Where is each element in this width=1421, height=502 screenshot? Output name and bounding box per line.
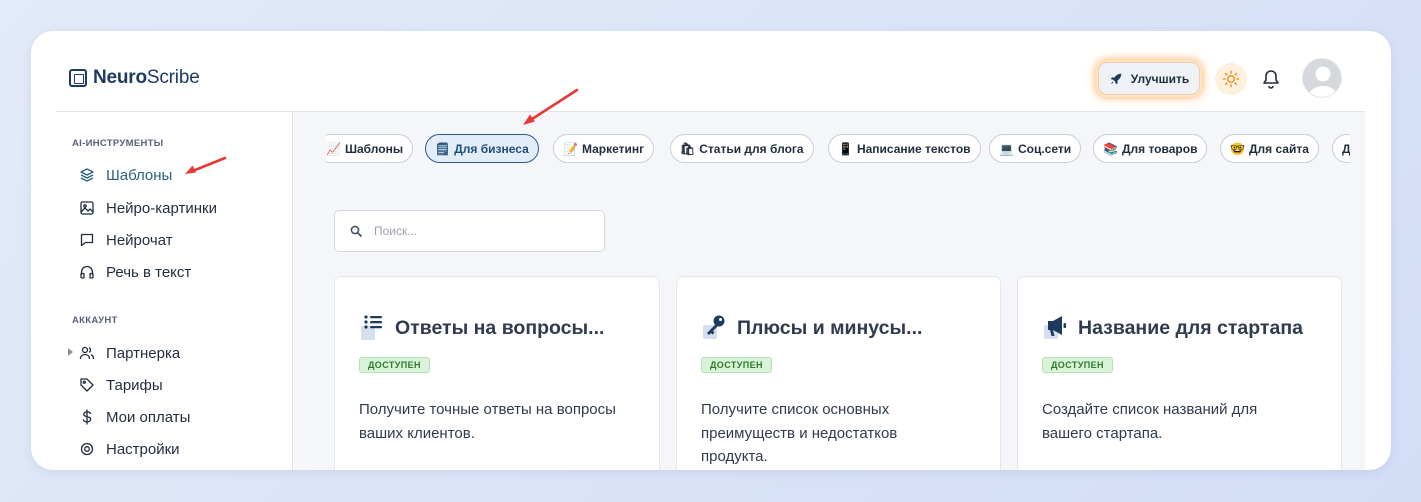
memo-icon: 📝 [563, 141, 578, 156]
chart-icon: 📈 [326, 141, 341, 156]
sidebar-item-label: Шаблоны [106, 166, 173, 184]
tab-label: Статьи для блога [699, 141, 804, 156]
notepad-icon: 🗒 [435, 141, 451, 156]
sidebar-item-label: Речь в текст [106, 263, 192, 281]
tab-copywriting[interactable]: 📱 Написание текстов [828, 134, 981, 163]
phone-icon: 📱 [838, 141, 853, 156]
tab-label: Маркетинг [581, 141, 645, 156]
tab-label: Для товаров [1121, 141, 1198, 156]
upgrade-label: Улучшить [1130, 71, 1190, 86]
sidebar-item-label: Партнерка [106, 344, 181, 362]
search-icon [350, 225, 362, 237]
template-card-qa[interactable]: Ответы на вопросы... ДОСТУПЕН Получите т… [334, 276, 660, 470]
section-title-ai-tools: AI-ИНСТРУМЕНТЫ [72, 138, 164, 149]
sidebar: AI-ИНСТРУМЕНТЫ Шаблоны Нейро-картинки Не… [56, 112, 293, 470]
headphones-icon [78, 264, 95, 281]
key-icon [703, 315, 725, 339]
status-badge: ДОСТУПЕН [701, 357, 772, 373]
sidebar-item-neurochat[interactable]: Нейрочат [78, 229, 173, 251]
search-input[interactable] [374, 224, 574, 238]
template-card-pros-cons[interactable]: Плюсы и минусы... ДОСТУПЕН Получите спис… [676, 276, 1001, 470]
sidebar-item-label: Настройки [106, 440, 180, 458]
category-tabs: 📈 Шаблоны 🗒 Для бизнеса 📝 Маркетинг 🛍 Ст… [326, 132, 1350, 166]
tag-icon [78, 377, 95, 394]
sidebar-item-label: Тарифы [106, 376, 163, 394]
card-title: Ответы на вопросы... [395, 316, 605, 339]
tab-label: Соц.сети [1017, 141, 1072, 156]
image-icon [78, 200, 95, 217]
tab-label: Для бизнеса [454, 141, 529, 156]
tab-label: Написание текстов [856, 141, 971, 156]
tab-marketing[interactable]: 📝 Маркетинг [553, 134, 655, 163]
card-title: Плюсы и минусы... [737, 316, 923, 339]
app-window: NeuroScribe Улучшить AI-ИНСТРУМЕНТЫ Шабл… [31, 31, 1391, 470]
megaphone-icon [1044, 316, 1066, 339]
section-title-account: АККАУНТ [72, 315, 118, 326]
bell-icon [1263, 70, 1279, 89]
dollar-icon [78, 409, 95, 426]
card-description: Создайте список названий для вашего стар… [1042, 401, 1258, 442]
tab-blog-articles[interactable]: 🛍 Статьи для блога [670, 134, 814, 163]
nerd-face-icon: 🤓 [1230, 141, 1245, 156]
top-header: NeuroScribe Улучшить [31, 31, 1391, 111]
sidebar-item-templates[interactable]: Шаблоны [78, 164, 172, 186]
sidebar-item-label: Мои оплаты [106, 408, 191, 426]
card-description: Получите список основных преимуществ и н… [701, 401, 898, 465]
sidebar-item-label: Нейро-картинки [106, 199, 217, 217]
tab-templates[interactable]: 📈 Шаблоны [326, 134, 414, 163]
theme-toggle-button[interactable] [1215, 63, 1247, 95]
expand-caret-icon[interactable] [68, 348, 73, 356]
notifications-button[interactable] [1260, 67, 1282, 91]
laptop-icon: 💻 [999, 141, 1014, 156]
status-badge: ДОСТУПЕН [359, 357, 430, 373]
card-header: Ответы на вопросы... [359, 313, 604, 343]
chat-bubble-icon [78, 232, 95, 249]
sidebar-item-tariffs[interactable]: Тарифы [78, 374, 163, 396]
sidebar-item-label: Нейрочат [106, 231, 173, 249]
layers-icon [78, 167, 95, 184]
status-badge: ДОСТУПЕН [1042, 357, 1113, 373]
annotation-arrow-icon [185, 156, 227, 174]
upgrade-button[interactable]: Улучшить [1098, 62, 1200, 95]
card-title: Название для стартапа [1078, 316, 1303, 339]
card-description: Получите точные ответы на вопросы ваших … [359, 401, 616, 442]
settings-icon [78, 441, 95, 458]
tab-label: Для сайта [1248, 141, 1309, 156]
template-card-startup-name[interactable]: Название для стартапа ДОСТУПЕН Создайте … [1017, 276, 1342, 470]
logo-icon [69, 69, 87, 87]
sun-icon [1222, 70, 1240, 88]
tab-social-networks[interactable]: 💻 Соц.сети [989, 134, 1082, 163]
sidebar-item-neuro-images[interactable]: Нейро-картинки [78, 197, 217, 219]
sidebar-item-speech-to-text[interactable]: Речь в текст [78, 261, 191, 283]
books-icon: 📚 [1103, 141, 1118, 156]
tab-for-website[interactable]: 🤓 Для сайта [1220, 134, 1319, 163]
card-header: Название для стартапа [1042, 313, 1303, 343]
tab-for-products[interactable]: 📚 Для товаров [1093, 134, 1208, 163]
user-avatar-icon [1303, 59, 1341, 97]
logo-text: NeuroScribe [93, 67, 200, 88]
rocket-icon [1110, 73, 1122, 84]
sidebar-item-my-payments[interactable]: Мои оплаты [78, 406, 190, 428]
main-content: 📈 Шаблоны 🗒 Для бизнеса 📝 Маркетинг 🛍 Ст… [294, 112, 1365, 470]
tab-for-business[interactable]: 🗒 Для бизнеса [425, 134, 539, 163]
sidebar-item-settings[interactable]: Настройки [78, 438, 180, 460]
annotation-arrow-icon [523, 88, 579, 125]
tab-label: Д [1342, 141, 1350, 156]
avatar[interactable] [1302, 58, 1342, 98]
list-icon [361, 315, 382, 340]
tab-more[interactable]: Д [1332, 134, 1350, 163]
tab-label: Шаблоны [344, 141, 404, 156]
sidebar-item-partners[interactable]: Партнерка [68, 342, 181, 364]
card-header: Плюсы и минусы... [701, 313, 922, 343]
shopping-bags-icon: 🛍 [680, 141, 696, 156]
logo[interactable]: NeuroScribe [69, 67, 200, 89]
users-icon [78, 345, 95, 362]
search-field[interactable] [334, 210, 605, 252]
